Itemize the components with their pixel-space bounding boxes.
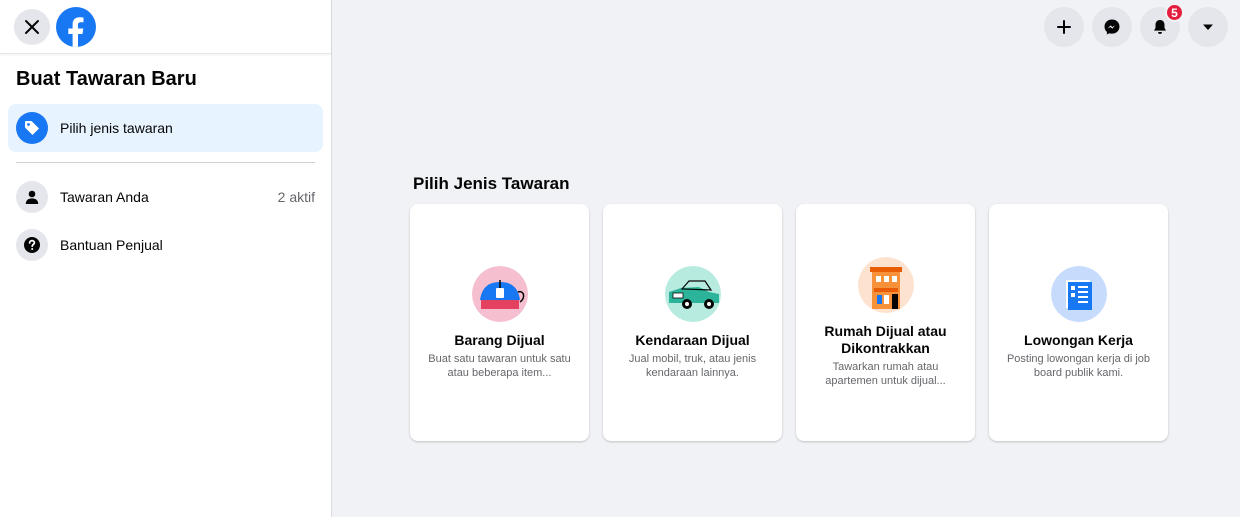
section-heading: Pilih Jenis Tawaran (413, 174, 570, 193)
card-vehicle-for-sale[interactable]: Kendaraan Dijual Jual mobil, truk, atau … (603, 204, 782, 441)
question-icon (16, 229, 48, 261)
card-description: Posting lowongan kerja di job board publ… (1006, 352, 1151, 379)
page-title: Buat Tawaran Baru (16, 68, 197, 90)
card-title: Barang Dijual (454, 331, 545, 348)
listing-type-cards: Barang Dijual Buat satu tawaran untuk sa… (410, 204, 1168, 441)
sidebar-item-seller-help[interactable]: Bantuan Penjual (8, 221, 323, 269)
messenger-icon (1104, 19, 1120, 35)
card-description: Jual mobil, truk, atau jenis kendaraan l… (628, 352, 757, 379)
top-navigation: 5 (1044, 0, 1240, 54)
card-home-for-sale-or-rent[interactable]: Rumah Dijual atau Dikontrakkan Tawarkan … (796, 204, 975, 441)
bell-icon (1154, 20, 1166, 34)
sidebar-item-your-listings[interactable]: Tawaran Anda 2 aktif (8, 173, 323, 221)
card-description: Buat satu tawaran untuk satu atau bebera… (428, 352, 571, 379)
plus-icon (1057, 20, 1071, 34)
notifications-button[interactable]: 5 (1140, 3, 1184, 47)
card-item-for-sale[interactable]: Barang Dijual Buat satu tawaran untuk sa… (410, 204, 589, 441)
card-job-listing[interactable]: Lowongan Kerja Posting lowongan kerja di… (989, 204, 1168, 441)
create-button[interactable] (1044, 7, 1084, 47)
vehicle-illustration (664, 265, 721, 322)
sidebar-divider (16, 162, 315, 163)
notification-badge: 5 (1165, 3, 1184, 22)
card-description: Tawarkan rumah atau apartemen untuk diju… (825, 361, 946, 387)
close-button[interactable] (14, 8, 50, 45)
sidebar: Buat Tawaran Baru Pilih jenis tawaran Ta… (0, 0, 332, 517)
item-for-sale-illustration (471, 265, 528, 322)
card-title: Lowongan Kerja (1024, 331, 1133, 348)
account-menu-button[interactable] (1188, 7, 1228, 47)
card-title: Kendaraan Dijual (635, 331, 750, 348)
card-title: Rumah Dijual atau Dikontrakkan (824, 323, 947, 356)
messenger-button[interactable] (1092, 7, 1132, 47)
listings-count: 2 aktif (277, 189, 315, 205)
house-illustration (857, 257, 914, 313)
facebook-logo[interactable] (56, 6, 96, 47)
tag-icon (16, 112, 48, 144)
sidebar-item-label: Tawaran Anda (60, 189, 149, 205)
sidebar-item-choose-type[interactable]: Pilih jenis tawaran (8, 104, 323, 152)
close-icon (25, 19, 39, 34)
caret-down-icon (1203, 24, 1213, 30)
sidebar-item-label: Pilih jenis tawaran (60, 120, 173, 136)
facebook-f-icon (68, 16, 84, 47)
sidebar-header (0, 0, 331, 54)
sidebar-item-label: Bantuan Penjual (60, 237, 163, 253)
person-icon (16, 181, 48, 213)
job-listing-illustration (1050, 265, 1107, 322)
